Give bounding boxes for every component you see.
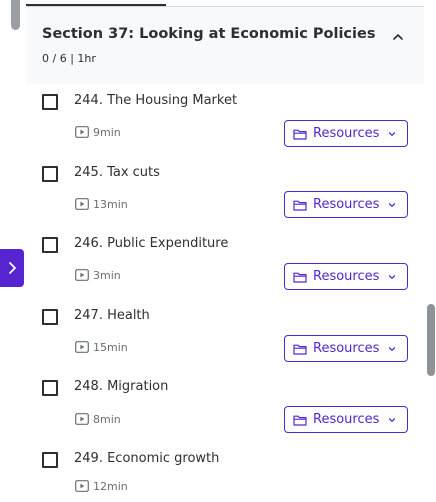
lecture-complete-checkbox[interactable] <box>42 237 58 253</box>
video-icon <box>75 341 89 353</box>
lecture-item[interactable]: 244. The Housing Market 9min Resources <box>26 84 424 156</box>
lecture-title: 244. The Housing Market <box>74 93 238 108</box>
folder-icon <box>293 200 307 211</box>
lecture-complete-checkbox[interactable] <box>42 452 58 468</box>
resources-label: Resources <box>313 341 380 356</box>
chevron-down-icon <box>389 346 396 351</box>
resources-dropdown-button[interactable]: Resources <box>284 263 408 290</box>
lecture-duration: 3min <box>93 269 121 282</box>
chevron-down-icon <box>389 417 396 422</box>
resources-label: Resources <box>313 412 380 427</box>
lecture-duration: 9min <box>93 126 121 139</box>
lecture-title: 246. Public Expenditure <box>74 236 229 251</box>
lecture-complete-checkbox[interactable] <box>42 380 58 396</box>
chevron-down-icon <box>389 274 396 279</box>
lecture-complete-checkbox[interactable] <box>42 94 58 110</box>
course-content-panel: Section 37: Looking at Economic Policies… <box>0 0 436 502</box>
lecture-item[interactable]: 249. Economic growth 12min <box>26 442 424 502</box>
section-header[interactable]: Section 37: Looking at Economic Policies… <box>26 6 424 84</box>
outer-scrollbar-thumb[interactable] <box>11 0 20 30</box>
lecture-item[interactable]: 245. Tax cuts 13min Resources <box>26 156 424 228</box>
chevron-right-icon <box>9 262 16 274</box>
lecture-item[interactable]: 248. Migration 8min Resources <box>26 370 424 442</box>
lecture-title: 247. Health <box>74 308 150 323</box>
lecture-item[interactable]: 246. Public Expenditure 3min Resources <box>26 227 424 299</box>
video-icon <box>75 198 89 210</box>
chevron-up-icon[interactable] <box>390 29 406 45</box>
folder-icon <box>293 415 307 426</box>
lecture-title: 245. Tax cuts <box>74 165 160 180</box>
video-icon <box>75 269 89 281</box>
folder-icon <box>293 129 307 140</box>
sidebar-toggle-button[interactable] <box>0 249 24 287</box>
lecture-item[interactable]: 247. Health 15min Resources <box>26 299 424 371</box>
lecture-complete-checkbox[interactable] <box>42 309 58 325</box>
folder-icon <box>293 272 307 283</box>
video-icon <box>75 126 89 138</box>
video-icon <box>75 480 89 492</box>
resources-dropdown-button[interactable]: Resources <box>284 120 408 147</box>
folder-icon <box>293 344 307 355</box>
lecture-complete-checkbox[interactable] <box>42 166 58 182</box>
lecture-title: 249. Economic growth <box>74 451 220 466</box>
section-title: Section 37: Looking at Economic Policies <box>42 26 376 42</box>
lecture-duration: 12min <box>93 480 128 493</box>
video-icon <box>75 413 89 425</box>
resources-label: Resources <box>313 197 380 212</box>
lecture-title: 248. Migration <box>74 379 169 394</box>
chevron-down-icon <box>389 131 396 136</box>
resources-dropdown-button[interactable]: Resources <box>284 406 408 433</box>
resources-label: Resources <box>313 269 380 284</box>
chevron-down-icon <box>389 202 396 207</box>
resources-dropdown-button[interactable]: Resources <box>284 191 408 218</box>
panel-scrollbar-thumb[interactable] <box>427 304 435 376</box>
resources-label: Resources <box>313 126 380 141</box>
resources-dropdown-button[interactable]: Resources <box>284 335 408 362</box>
lecture-duration: 13min <box>93 198 128 211</box>
lecture-duration: 15min <box>93 341 128 354</box>
lecture-duration: 8min <box>93 413 121 426</box>
section-progress: 0 / 6 | 1hr <box>42 52 96 65</box>
